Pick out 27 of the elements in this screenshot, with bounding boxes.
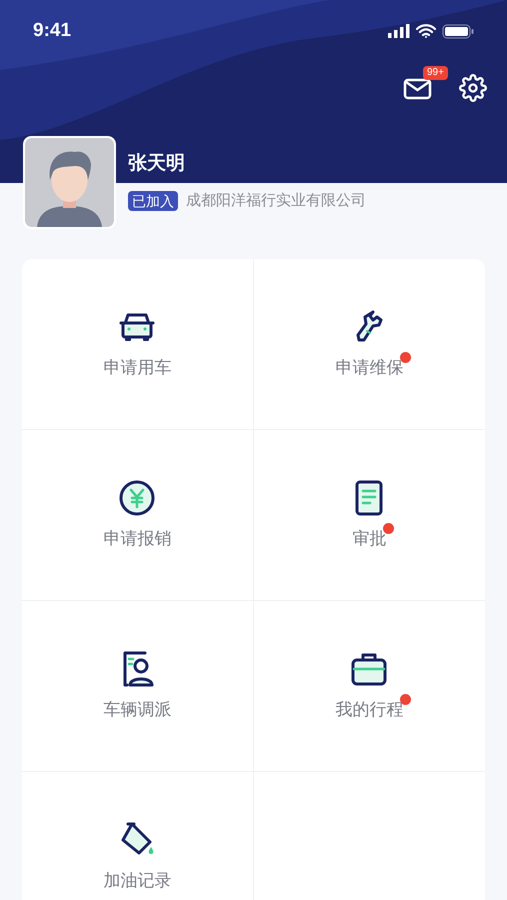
menu-item[interactable]: 审批	[254, 430, 485, 601]
yuan-coin-icon	[117, 478, 158, 518]
menu-item[interactable]: 申请报销	[22, 430, 254, 601]
settings-icon	[459, 74, 487, 102]
status-time: 9:41	[33, 18, 72, 43]
signal-icon	[388, 24, 410, 38]
notification-badge: 99+	[423, 66, 448, 80]
user-name: 张天明	[128, 152, 186, 176]
menu-label: 我的行程	[335, 700, 404, 719]
company-name: 成都阳洋福行实业有限公司	[186, 191, 366, 211]
messages-button[interactable]	[403, 76, 433, 100]
menu-label: 申请用车	[103, 358, 172, 377]
menu-item[interactable]: 我的行程	[254, 601, 485, 772]
battery-icon	[442, 24, 474, 38]
menu-label: 申请报销	[103, 529, 172, 548]
mail-icon	[403, 76, 433, 100]
menu-item[interactable]: 加油记录	[22, 772, 254, 900]
menu-item[interactable]: 车辆调派	[22, 601, 254, 772]
menu-label: 审批	[352, 529, 386, 548]
wifi-icon	[416, 24, 436, 38]
menu-item[interactable]: 申请维保	[254, 259, 485, 430]
settings-button[interactable]	[459, 74, 487, 102]
status-tag: 已加入	[128, 191, 178, 212]
menu-label: 申请维保	[335, 358, 404, 377]
menu-label: 车辆调派	[103, 700, 172, 719]
menu-item[interactable]: 申请用车	[22, 259, 254, 430]
menu-label: 加油记录	[103, 871, 172, 890]
